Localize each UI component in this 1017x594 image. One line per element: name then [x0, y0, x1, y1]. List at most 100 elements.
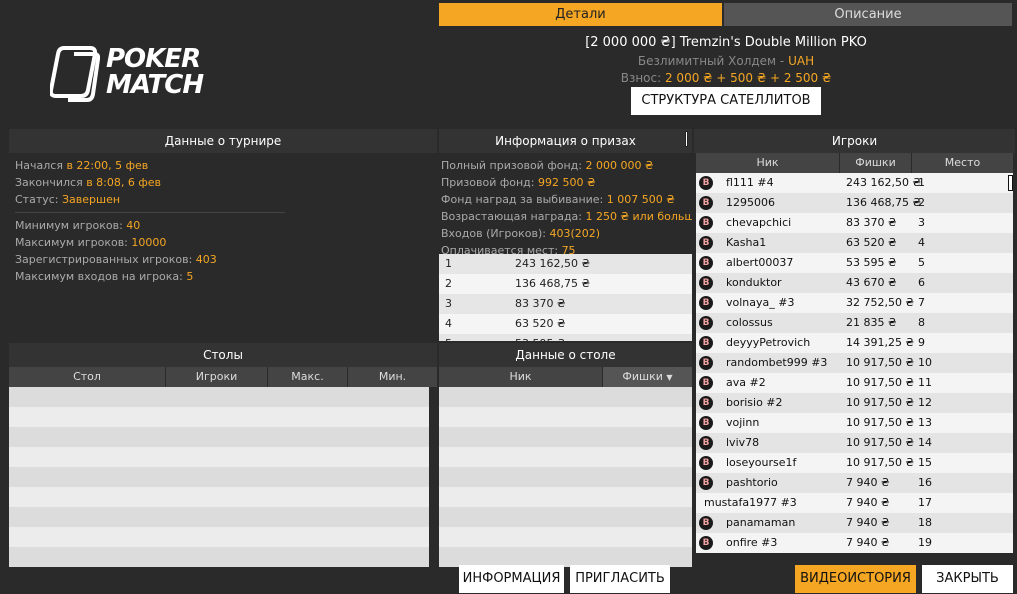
player-nick: 1295006 — [726, 196, 775, 209]
invite-button[interactable]: ПРИГЛАСИТЬ — [570, 565, 670, 593]
prize-amount: 136 468,75 ₴ — [515, 277, 590, 290]
status-line: Статус: Завершен — [15, 191, 431, 208]
close-button[interactable]: ЗАКРЫТЬ — [922, 565, 1013, 593]
progressive-line: Возрастающая награда: 1 250 ₴ или больше — [441, 208, 692, 225]
player-nick: colossus — [726, 316, 773, 329]
table-data-column-header: Ник Фишки ▼ — [439, 367, 692, 387]
logo-text-match: MATCH — [106, 70, 204, 100]
player-place: 12 — [918, 396, 932, 409]
full-prize-value: 2 000 000 ₴ — [585, 159, 654, 172]
bounty-icon: B — [699, 216, 713, 230]
player-row[interactable]: Bonfire #3 7 940 ₴ 19 — [696, 533, 1013, 553]
tournament-fee: Взнос: 2 000 ₴ + 500 ₴ + 2 500 ₴ — [440, 71, 1012, 85]
player-place: 17 — [918, 496, 932, 509]
player-row[interactable]: Blviv78 10 917,50 ₴ 14 — [696, 433, 1013, 453]
tables-list — [9, 387, 429, 567]
bounty-fund-value: 1 007 500 ₴ — [606, 193, 675, 206]
prize-amount: 83 370 ₴ — [515, 297, 566, 310]
player-row[interactable]: BdeyyyPetrovich 14 391,25 ₴ 9 — [696, 333, 1013, 353]
player-row[interactable]: Bkonduktor 43 670 ₴ 6 — [696, 273, 1013, 293]
players-scrollbar[interactable] — [1008, 175, 1013, 191]
players-list: Bfl111 #4 243 162,50 ₴ 1 B 1295006 136 468,75… — [696, 173, 1013, 553]
logo-mark-icon — [50, 46, 100, 102]
tournament-data-panel: Данные о турнире Начался в 22:00, 5 фев … — [9, 129, 437, 341]
bounty-icon: B — [699, 296, 713, 310]
player-chips: 10 917,50 ₴ — [846, 436, 914, 449]
player-row[interactable]: Bpashtorio 7 940 ₴ 16 — [696, 473, 1013, 493]
bounty-icon: B — [699, 356, 713, 370]
entries-value: 403(202) — [549, 227, 601, 240]
player-row[interactable]: Bvolnaya_ #3 32 752,50 ₴ 7 — [696, 293, 1013, 313]
col-player-nick[interactable]: Ник — [696, 153, 840, 173]
prize-row: 2 136 468,75 ₴ — [439, 274, 692, 294]
player-nick: loseyourse1f — [726, 456, 797, 469]
player-row[interactable]: Bchevapchici 83 370 ₴ 3 — [696, 213, 1013, 233]
bounty-icon: B — [699, 316, 713, 330]
player-chips: 83 370 ₴ — [846, 216, 897, 229]
registered-line: Зарегистрированных игроков: 403 — [15, 251, 431, 268]
player-chips: 10 917,50 ₴ — [846, 376, 914, 389]
tables-panel: Столы Стол Игроки Макс. Мин. — [9, 343, 437, 567]
prize-row: 4 63 520 ₴ — [439, 314, 692, 334]
player-row[interactable]: Bcolossus 21 835 ₴ 8 — [696, 313, 1013, 333]
bounty-fund-label: Фонд наград за выбивание: — [441, 193, 607, 206]
player-chips: 136 468,75 ₴ — [846, 196, 921, 209]
player-row[interactable]: Bvojinn 10 917,50 ₴ 13 — [696, 413, 1013, 433]
player-place: 10 — [918, 356, 932, 369]
player-row[interactable]: Brandombet999 #3 10 917,50 ₴ 10 — [696, 353, 1013, 373]
player-place: 14 — [918, 436, 932, 449]
info-button[interactable]: ИНФОРМАЦИЯ — [459, 565, 564, 593]
col-chips[interactable]: Фишки ▼ — [603, 367, 692, 387]
player-row[interactable]: Balbert00037 53 595 ₴ 5 — [696, 253, 1013, 273]
player-place: 13 — [918, 416, 932, 429]
player-row[interactable]: Bfl111 #4 243 162,50 ₴ 1 — [696, 173, 1013, 193]
col-max[interactable]: Макс. — [268, 367, 348, 387]
player-nick: konduktor — [726, 276, 782, 289]
player-chips: 243 162,50 ₴ — [846, 176, 921, 189]
col-player-place[interactable]: Место — [912, 153, 1013, 173]
player-row[interactable]: B Kasha1 63 520 ₴ 4 — [696, 233, 1013, 253]
satellites-structure-button[interactable]: СТРУКТУРА САТЕЛЛИТОВ — [631, 87, 821, 115]
prize-table: 1 243 162,50 ₴ 2 136 468,75 ₴ 3 83 370 ₴ 4 63 5… — [439, 254, 692, 341]
prize-row: 1 243 162,50 ₴ — [439, 254, 692, 274]
bounty-icon: B — [699, 476, 713, 490]
player-row[interactable]: Bava #2 10 917,50 ₴ 11 — [696, 373, 1013, 393]
player-place: 15 — [918, 456, 932, 469]
max-players-line: Максимум игроков: 10000 — [15, 234, 431, 251]
col-nick[interactable]: Ник — [439, 367, 603, 387]
tables-heading: Столы — [9, 343, 437, 367]
player-place: 7 — [918, 296, 925, 309]
player-row[interactable]: Bborisio #2 10 917,50 ₴ 12 — [696, 393, 1013, 413]
player-place: 6 — [918, 276, 925, 289]
player-place: 5 — [918, 256, 925, 269]
col-min[interactable]: Мин. — [348, 367, 437, 387]
col-players[interactable]: Игроки — [166, 367, 268, 387]
player-row[interactable]: Bpanamaman 7 940 ₴ 18 — [696, 513, 1013, 533]
player-row[interactable]: B 1295006 136 468,75 ₴ 2 — [696, 193, 1013, 213]
player-chips: 53 595 ₴ — [846, 256, 897, 269]
col-player-chips[interactable]: Фишки — [840, 153, 912, 173]
player-chips: 7 940 ₴ — [846, 476, 890, 489]
player-row[interactable]: Bloseyourse1f 10 917,50 ₴ 15 — [696, 453, 1013, 473]
table-data-heading: Данные о столе — [439, 343, 692, 367]
player-nick: lviv78 — [726, 436, 760, 449]
pokermatch-logo: POKER MATCH — [50, 42, 220, 104]
min-players-line: Минимум игроков: 40 — [15, 217, 431, 234]
player-chips: 14 391,25 ₴ — [846, 336, 914, 349]
player-nick: deyyyPetrovich — [726, 336, 811, 349]
max-entries-label: Максимум входов на игрока: — [15, 270, 187, 283]
player-nick: randombet999 #3 — [726, 356, 828, 369]
video-history-button[interactable]: ВИДЕОИСТОРИЯ — [795, 565, 916, 593]
prize-row: 3 83 370 ₴ — [439, 294, 692, 314]
player-nick: mustafa1977 #3 — [704, 496, 797, 509]
prize-table-scrollbar[interactable] — [685, 131, 688, 147]
prize-place: 5 — [445, 334, 452, 341]
player-place: 18 — [918, 516, 932, 529]
col-table[interactable]: Стол — [9, 367, 166, 387]
finished-label: Закончился — [15, 176, 87, 189]
player-row[interactable]: mustafa1977 #3 7 940 ₴ 17 — [696, 493, 1013, 513]
col-chips-label: Фишки — [622, 370, 663, 383]
tab-details[interactable]: Детали — [439, 3, 722, 26]
tab-description[interactable]: Описание — [724, 3, 1012, 26]
table-data-list — [439, 387, 692, 567]
